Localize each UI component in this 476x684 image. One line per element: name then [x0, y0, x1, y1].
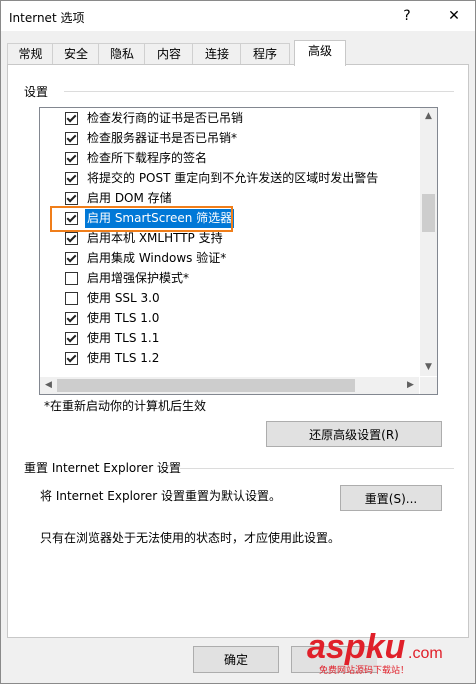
group-divider — [64, 91, 454, 92]
checkbox[interactable] — [65, 292, 78, 305]
settings-listbox[interactable]: 检查发行商的证书是否已吊销 检查服务器证书是否已吊销* 检查所下载程序的签名 将… — [39, 107, 438, 395]
checkbox[interactable] — [65, 332, 78, 345]
scroll-corner — [420, 377, 437, 394]
checkbox[interactable] — [65, 312, 78, 325]
horizontal-scroll-thumb[interactable] — [57, 379, 355, 392]
checkbox[interactable] — [65, 232, 78, 245]
tab-strip: 常规 安全 隐私 内容 连接 程序 高级 — [7, 40, 469, 66]
watermark-logo: aspku .com 免费网站源码下载站！ — [305, 627, 465, 677]
setting-label: 将提交的 POST 重定向到不允许发送的区域时发出警告 — [87, 171, 379, 185]
scroll-left-icon[interactable]: ◀ — [40, 377, 57, 394]
setting-label: 启用本机 XMLHTTP 支持 — [87, 231, 223, 245]
advanced-panel: 设置 检查发行商的证书是否已吊销 检查服务器证书是否已吊销* 检查所下载程序的签… — [7, 64, 469, 638]
watermark-graphic: aspku .com 免费网站源码下载站！ — [307, 628, 443, 676]
internet-options-dialog: Internet 选项 ? ✕ 常规 安全 隐私 内容 连接 程序 高级 设置 … — [0, 0, 476, 684]
checkbox[interactable] — [65, 172, 78, 185]
tab-connections[interactable]: 连接 — [192, 43, 242, 65]
setting-label: 检查发行商的证书是否已吊销 — [87, 111, 244, 125]
checkbox[interactable] — [65, 272, 78, 285]
reset-button[interactable]: 重置(S)... — [340, 485, 442, 511]
setting-label: 检查服务器证书是否已吊销* — [87, 131, 238, 145]
vertical-scroll-thumb[interactable] — [422, 194, 435, 232]
tab-general[interactable]: 常规 — [7, 43, 54, 65]
checkbox[interactable] — [65, 152, 78, 165]
restore-advanced-settings-button[interactable]: 还原高级设置(R) — [266, 421, 442, 447]
restart-note: *在重新启动你的计算机后生效 — [44, 399, 207, 413]
reset-group-label: 重置 Internet Explorer 设置 — [24, 461, 182, 475]
setting-label: 检查所下载程序的签名 — [87, 151, 208, 165]
tab-privacy[interactable]: 隐私 — [98, 43, 146, 65]
reset-description: 将 Internet Explorer 设置重置为默认设置。 — [40, 489, 282, 503]
tab-advanced[interactable]: 高级 — [294, 40, 346, 66]
group-divider — [180, 468, 454, 469]
checkbox[interactable] — [65, 132, 78, 145]
settings-list: 检查发行商的证书是否已吊销 检查服务器证书是否已吊销* 检查所下载程序的签名 将… — [40, 108, 419, 376]
setting-label: 启用增强保护模式* — [87, 271, 190, 285]
setting-label: 启用 DOM 存储 — [87, 191, 172, 205]
scroll-down-icon[interactable]: ▼ — [420, 359, 437, 376]
checkbox[interactable] — [65, 112, 78, 125]
setting-label: 启用集成 Windows 验证* — [87, 251, 227, 265]
checkbox[interactable] — [65, 252, 78, 265]
checkbox[interactable] — [65, 212, 78, 225]
vertical-scrollbar[interactable]: ▲ ▼ — [420, 108, 437, 376]
svg-text:aspku: aspku — [307, 628, 405, 666]
tab-programs[interactable]: 程序 — [240, 43, 290, 65]
setting-label: 使用 TLS 1.0 — [87, 311, 160, 325]
scroll-up-icon[interactable]: ▲ — [420, 108, 437, 125]
setting-label: 使用 TLS 1.1 — [87, 331, 160, 345]
setting-label: 使用 TLS 1.2 — [87, 351, 160, 365]
settings-group-label: 设置 — [24, 85, 49, 99]
ok-button[interactable]: 确定 — [193, 646, 279, 673]
reset-warning: 只有在浏览器处于无法使用的状态时，才应使用此设置。 — [40, 531, 341, 545]
window-title: Internet 选项 — [9, 11, 85, 25]
tab-content[interactable]: 内容 — [144, 43, 194, 65]
horizontal-scrollbar[interactable]: ◀ ▶ — [40, 377, 419, 394]
setting-label: 启用 SmartScreen 筛选器 — [85, 209, 235, 228]
checkbox[interactable] — [65, 192, 78, 205]
tab-security[interactable]: 安全 — [52, 43, 100, 65]
title-bar: Internet 选项 ? ✕ — [1, 1, 475, 31]
scroll-right-icon[interactable]: ▶ — [402, 377, 419, 394]
setting-label: 使用 SSL 3.0 — [87, 291, 160, 305]
svg-text:免费网站源码下载站！: 免费网站源码下载站！ — [319, 664, 409, 676]
help-button[interactable]: ? — [394, 5, 420, 27]
svg-text:.com: .com — [408, 645, 443, 662]
close-button[interactable]: ✕ — [441, 5, 467, 27]
checkbox[interactable] — [65, 352, 78, 365]
